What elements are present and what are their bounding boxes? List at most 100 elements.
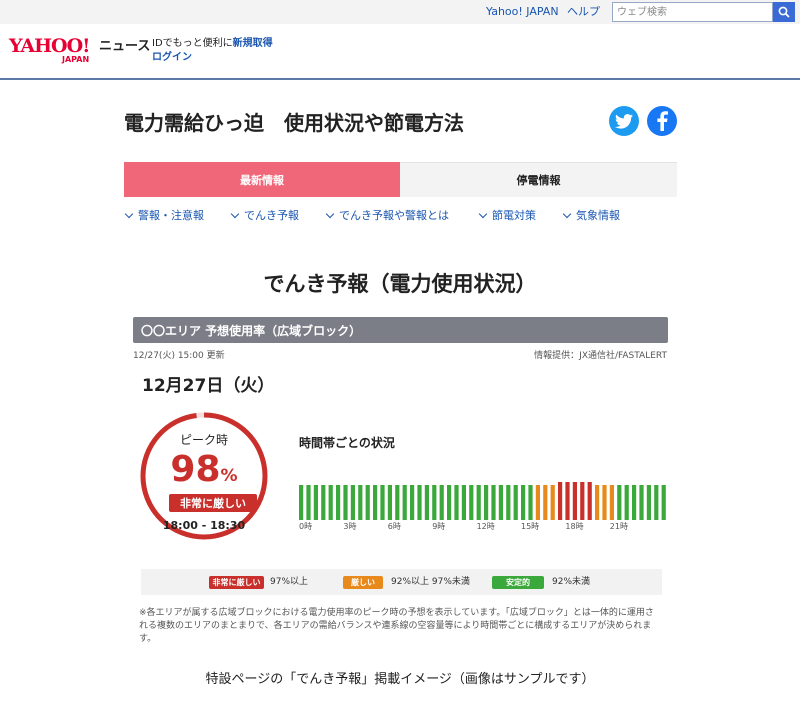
forecast-footnote: ※各エリアが属する広域ブロックにおける電力使用率のピーク時の予想を表示しています… (139, 608, 654, 644)
hour-bar (654, 485, 659, 520)
utility-bar: Yahoo! JAPAN ヘルプ (0, 0, 800, 24)
hour-tick-label: 12時 (477, 522, 495, 531)
hour-bar (432, 485, 437, 520)
anchor-weather[interactable]: 気象情報 (562, 209, 620, 223)
legend-very-tight-badge: 非常に厳しい (209, 576, 264, 589)
legend-stable-badge: 安定的 (492, 576, 544, 589)
hour-bar (424, 485, 429, 520)
data-provider: 情報提供：JX通信社/FASTALERT (534, 351, 667, 361)
hour-bar (484, 485, 489, 520)
updated-time: 12/27(火) 15:00 更新 (133, 351, 225, 361)
peak-unit: % (220, 466, 238, 486)
hour-bar (617, 485, 622, 520)
anchor-label: でんき予報や警報とは (339, 209, 449, 222)
hour-bar (373, 485, 378, 520)
facebook-f-icon (657, 111, 668, 131)
legend-stable-text: 92%未満 (552, 577, 591, 587)
hour-tick-label: 15時 (521, 522, 539, 531)
page-title: 電力需給ひっ迫 使用状況や節電方法 (124, 111, 464, 135)
hour-tick-label: 3時 (343, 522, 356, 531)
hour-bar (661, 485, 666, 520)
hour-bar (343, 485, 348, 520)
site-header: YAHOO! JAPAN ニュース IDでもっと便利に新規取得 ログイン (0, 24, 800, 80)
hour-bar (402, 485, 407, 520)
hour-bar (580, 482, 585, 520)
hour-bar (595, 485, 600, 520)
peak-number: 98 (170, 449, 221, 490)
anchor-forecast-about[interactable]: でんき予報や警報とは (325, 209, 449, 223)
hour-bar (602, 485, 607, 520)
hour-bar (624, 485, 629, 520)
peak-time-range: 18:00 - 18:30 (162, 519, 246, 532)
hour-bar (336, 485, 341, 520)
chevron-down-icon (562, 209, 572, 219)
anchor-label: 節電対策 (492, 209, 536, 222)
web-search-input[interactable] (612, 2, 773, 22)
hour-bar (461, 485, 466, 520)
hour-tick-label: 6時 (388, 522, 401, 531)
hour-bar (565, 482, 570, 520)
anchor-denki-forecast[interactable]: でんき予報 (230, 209, 299, 223)
tab-power-outage[interactable]: 停電情報 (400, 162, 677, 197)
anchor-warnings[interactable]: 警報・注意報 (124, 209, 204, 223)
hour-bar (543, 485, 548, 520)
forecast-date: 12月27日（火） (142, 376, 275, 396)
hour-bar (535, 485, 540, 520)
news-service-label[interactable]: ニュース (99, 39, 150, 54)
hour-bar (587, 482, 592, 520)
yahoo-logo-japan: JAPAN (62, 55, 90, 64)
login-link[interactable]: ログイン (152, 52, 192, 64)
area-title-bar: 〇〇エリア 予想使用率（広域ブロック） (133, 317, 668, 343)
twitter-share-button[interactable] (609, 106, 639, 136)
tab-latest-info[interactable]: 最新情報 (124, 162, 400, 197)
hourly-status-chart: 0時 3時 6時 9時 12時 15時 18時 21時 (299, 482, 666, 531)
id-prompt: IDでもっと便利に新規取得 (152, 38, 273, 50)
hour-bar (313, 485, 318, 520)
hour-bar (380, 485, 385, 520)
facebook-share-button[interactable] (647, 106, 677, 136)
hour-bar (491, 485, 496, 520)
hour-bar (469, 485, 474, 520)
hour-bar (387, 485, 392, 520)
image-caption: 特設ページの「でんき予報」掲載イメージ（画像はサンプルです） (205, 672, 595, 687)
hour-bar (513, 485, 518, 520)
hourly-chart-title: 時間帯ごとの状況 (299, 436, 395, 450)
chevron-down-icon (325, 209, 335, 219)
hour-bar (646, 485, 651, 520)
hour-bar (306, 485, 311, 520)
legend-tight-text: 92%以上 97%未満 (391, 577, 470, 587)
hour-bar (506, 485, 511, 520)
hour-tick-label: 18時 (565, 522, 583, 531)
search-icon (778, 6, 790, 18)
hour-bar (550, 485, 555, 520)
hour-bar (350, 485, 355, 520)
peak-label: ピーク時 (179, 433, 228, 447)
hour-bar (558, 482, 563, 520)
hour-bar (632, 485, 637, 520)
yahoo-japan-link[interactable]: Yahoo! JAPAN (486, 6, 559, 18)
hour-bar (439, 485, 444, 520)
hour-bar (410, 485, 415, 520)
forecast-heading: でんき予報（電力使用状況） (263, 272, 537, 296)
register-link[interactable]: 新規取得 (233, 38, 273, 49)
peak-status-badge: 非常に厳しい (169, 494, 257, 512)
anchor-label: でんき予報 (244, 209, 299, 222)
chevron-down-icon (478, 209, 488, 219)
twitter-bird-icon (615, 113, 633, 129)
hour-tick-label: 0時 (299, 522, 312, 531)
search-button[interactable] (773, 2, 795, 22)
hour-bar (321, 485, 326, 520)
chevron-down-icon (124, 209, 134, 219)
yahoo-logo[interactable]: YAHOO! (9, 36, 90, 56)
peak-value: 98% (138, 450, 270, 496)
id-prompt-text: IDでもっと便利に (152, 38, 233, 49)
legend-very-tight-text: 97%以上 (270, 577, 309, 587)
anchor-power-saving[interactable]: 節電対策 (478, 209, 536, 223)
hour-bar (395, 485, 400, 520)
hour-bar (609, 485, 614, 520)
help-link[interactable]: ヘルプ (567, 6, 600, 18)
hour-bar (328, 485, 333, 520)
legend-tight-badge: 厳しい (343, 576, 383, 589)
hour-bar (358, 485, 363, 520)
anchor-label: 気象情報 (576, 209, 620, 222)
